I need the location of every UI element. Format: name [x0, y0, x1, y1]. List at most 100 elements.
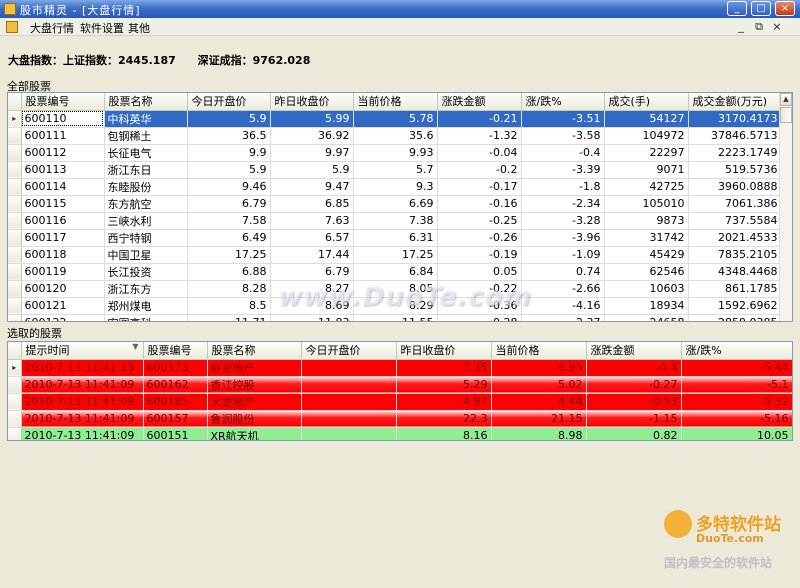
table-row[interactable]: 600119 长江投资 6.88 6.79 6.84 0.05 0.74 62546 4348.… [8, 263, 782, 281]
table-cell[interactable]: 17.25 [187, 246, 271, 264]
table-row[interactable]: ▸ 600110 中科英华 5.9 5.99 5.78 -0.21 -3.51 54127 317… [8, 110, 782, 128]
table-cell[interactable]: 3960.0888 [688, 178, 782, 196]
column-header[interactable]: 股票名称 [104, 93, 188, 111]
table-cell[interactable]: 西宁特钢 [104, 229, 188, 247]
table-cell[interactable]: 9.9 [187, 144, 271, 162]
table-cell[interactable]: 中国卫星 [104, 246, 188, 264]
row-header[interactable] [8, 127, 22, 145]
child-restore-button[interactable]: ⧉ [752, 20, 766, 34]
table-cell[interactable]: 5.99 [270, 110, 354, 128]
table-row[interactable]: 600115 东方航空 6.79 6.85 6.69 -0.16 -2.34 105010 70… [8, 195, 782, 213]
maximize-button[interactable]: □ [751, 1, 771, 16]
table-cell[interactable]: -0.28 [437, 314, 522, 321]
table-cell[interactable]: 8.69 [270, 297, 354, 315]
row-header[interactable] [8, 144, 22, 162]
table-cell[interactable]: 8.28 [187, 280, 271, 298]
column-header[interactable]: 股票编号 [21, 93, 105, 111]
table-cell[interactable]: 5.29 [396, 376, 492, 394]
table-cell[interactable]: 519.5736 [688, 161, 782, 179]
table-cell[interactable]: 11.71 [187, 314, 271, 321]
table-cell[interactable]: -0.21 [437, 110, 522, 128]
column-header[interactable]: 成交(手) [604, 93, 689, 111]
table-row[interactable]: ▸ 2010-7-13 11:41:15 600173 卧龙地产 7.35 6.95 -0.… [8, 359, 792, 377]
column-header[interactable]: 提示时间 ▼ [21, 342, 144, 360]
table-cell[interactable]: 5.78 [353, 110, 438, 128]
table-cell[interactable]: 600111 [21, 127, 105, 145]
column-header[interactable]: 涨/跌% [681, 342, 792, 360]
table-cell[interactable]: 6.49 [187, 229, 271, 247]
table-cell[interactable]: 2010-7-13 11:41:09 [21, 393, 144, 411]
table-cell[interactable]: -3.96 [521, 229, 605, 247]
row-header[interactable] [8, 297, 22, 315]
table-cell[interactable]: -3.28 [521, 212, 605, 230]
table-cell[interactable]: 0.74 [521, 263, 605, 281]
table-cell[interactable]: 7835.2105 [688, 246, 782, 264]
row-header[interactable] [8, 212, 22, 230]
table-cell[interactable]: 长江投资 [104, 263, 188, 281]
table-cell[interactable]: 8.98 [491, 427, 587, 440]
table-cell[interactable]: XR航天机 [207, 427, 302, 440]
table-cell[interactable]: 737.5584 [688, 212, 782, 230]
table-cell[interactable]: 600113 [21, 161, 105, 179]
table-cell[interactable]: 36.92 [270, 127, 354, 145]
child-close-button[interactable]: × [770, 20, 784, 33]
menu-settings[interactable]: 软件设置 [80, 20, 124, 36]
row-header[interactable] [8, 195, 22, 213]
table-cell[interactable]: -0.4 [521, 144, 605, 162]
row-header[interactable] [8, 427, 22, 440]
table-cell[interactable]: -0.16 [437, 195, 522, 213]
table-cell[interactable]: -0.36 [437, 297, 522, 315]
menu-market[interactable]: 大盘行情 [30, 20, 74, 36]
table-cell[interactable]: 17.25 [353, 246, 438, 264]
table-row[interactable]: 600121 郑州煤电 8.5 8.69 8.29 -0.36 -4.16 18934 1592… [8, 297, 782, 315]
table-cell[interactable]: -1.32 [437, 127, 522, 145]
table-cell[interactable]: 42725 [604, 178, 689, 196]
table-cell[interactable]: -5.16 [681, 410, 792, 428]
table-row[interactable]: 600111 包钢稀土 36.5 36.92 35.6 -1.32 -3.58 104972 3… [8, 127, 782, 145]
table-cell[interactable]: 东方航空 [104, 195, 188, 213]
table-row[interactable]: 2010-7-13 11:41:09 600151 XR航天机 8.16 8.98 0.8… [8, 427, 792, 440]
column-header[interactable]: 成交金额(万元) [688, 93, 782, 111]
column-header[interactable]: 当前价格 [491, 342, 587, 360]
table-row[interactable]: 600116 三峡水利 7.58 7.63 7.38 -0.25 -3.28 9873 737.… [8, 212, 782, 230]
table-cell[interactable]: 2010-7-13 11:41:09 [21, 376, 144, 394]
table-cell[interactable]: 600157 [143, 410, 208, 428]
minimize-button[interactable]: _ [727, 1, 747, 16]
table-cell[interactable] [301, 393, 397, 411]
table-cell[interactable]: 8.5 [187, 297, 271, 315]
table-row[interactable]: 600114 东睦股份 9.46 9.47 9.3 -0.17 -1.8 42725 3960.… [8, 178, 782, 196]
table-cell[interactable]: 105010 [604, 195, 689, 213]
row-header[interactable] [8, 280, 22, 298]
table-cell[interactable]: 8.16 [396, 427, 492, 440]
row-header[interactable] [8, 246, 22, 264]
table-row[interactable]: 600118 中国卫星 17.25 17.44 17.25 -0.19 -1.09 45429… [8, 246, 782, 264]
table-cell[interactable]: -2.37 [521, 314, 605, 321]
table-row[interactable]: 2010-7-13 11:41:09 600185 大龙地产 4.97 4.44 -0.5… [8, 393, 792, 411]
table-cell[interactable]: 600119 [21, 263, 105, 281]
table-cell[interactable]: 东睦股份 [104, 178, 188, 196]
table-cell[interactable]: 10603 [604, 280, 689, 298]
table-cell[interactable]: -0.2 [437, 161, 522, 179]
close-button[interactable]: × [775, 1, 795, 16]
table-cell[interactable]: 9.93 [353, 144, 438, 162]
table-cell[interactable]: -0.25 [437, 212, 522, 230]
table-cell[interactable]: 7.38 [353, 212, 438, 230]
table-cell[interactable]: 大龙地产 [207, 393, 302, 411]
table-cell[interactable]: 6.69 [353, 195, 438, 213]
row-header[interactable] [8, 314, 22, 321]
table-cell[interactable]: 35.6 [353, 127, 438, 145]
table-cell[interactable]: -0.17 [437, 178, 522, 196]
table-cell[interactable]: -5.32 [681, 393, 792, 411]
table-cell[interactable]: 8.29 [353, 297, 438, 315]
table-cell[interactable]: 4.97 [396, 393, 492, 411]
table-cell[interactable]: 9873 [604, 212, 689, 230]
table-cell[interactable]: 中科英华 [104, 110, 188, 128]
table-cell[interactable]: -1.8 [521, 178, 605, 196]
table-cell[interactable]: 8.27 [270, 280, 354, 298]
table-cell[interactable]: 4.44 [491, 393, 587, 411]
table-cell[interactable]: -5.1 [681, 376, 792, 394]
row-header[interactable]: ▸ [8, 359, 22, 377]
table-cell[interactable] [301, 427, 397, 440]
table-cell[interactable]: 卧龙地产 [207, 359, 302, 377]
table-cell[interactable]: 54127 [604, 110, 689, 128]
